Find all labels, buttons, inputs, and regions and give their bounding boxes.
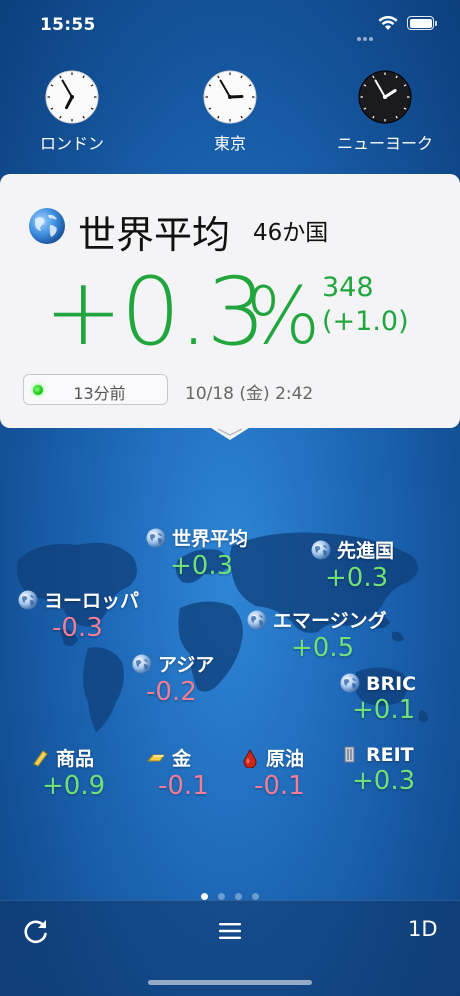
region-value: -0.3 [52, 613, 103, 643]
region-developed[interactable]: 先進国 +0.3 [311, 536, 394, 593]
status-bar: 15:55 [0, 0, 460, 52]
globe-icon [146, 528, 166, 548]
region-value: +0.3 [352, 766, 416, 796]
updated-ago: 13分前 [73, 384, 126, 403]
index-points: 348 [322, 272, 374, 303]
region-name: 商品 [56, 748, 95, 770]
update-status-badge: 13分前 [23, 374, 168, 405]
region-value: -0.1 [254, 771, 305, 801]
country-count: 46か国 [253, 220, 329, 246]
clock-label: ロンドン [39, 134, 104, 153]
region-europe[interactable]: ヨーロッパ -0.3 [18, 586, 139, 643]
chevron-down-icon[interactable] [208, 426, 252, 442]
region-name: REIT [366, 744, 414, 766]
region-value: +0.1 [352, 695, 416, 725]
region-name: アジア [158, 654, 215, 676]
status-time: 15:55 [40, 15, 96, 35]
clock-label: 東京 [213, 134, 246, 153]
clock-newyork[interactable]: ニューヨーク [330, 70, 440, 154]
region-bric[interactable]: BRIC +0.1 [340, 673, 416, 725]
clock-icon [358, 70, 412, 124]
region-value: +0.5 [291, 633, 355, 663]
region-name: BRIC [366, 673, 417, 695]
clock-icon [203, 70, 257, 124]
gold-bar-icon [146, 754, 165, 762]
page-dot[interactable] [201, 893, 208, 900]
period-button[interactable]: 1D [408, 917, 438, 941]
globe-icon [29, 208, 65, 244]
oil-drop-icon [243, 748, 257, 768]
building-icon [344, 746, 355, 763]
clock-label: ニューヨーク [336, 134, 433, 153]
region-reit[interactable]: REIT +0.3 [340, 744, 415, 796]
region-emerging[interactable]: エマージング +0.5 [247, 606, 387, 663]
region-asia[interactable]: アジア -0.2 [132, 650, 214, 707]
change-percent: +0.3 [44, 258, 266, 367]
region-name: エマージング [273, 610, 387, 632]
menu-icon[interactable] [218, 919, 242, 943]
index-points-change: (+1.0) [322, 306, 409, 337]
region-commodities[interactable]: 商品 +0.9 [30, 744, 105, 801]
update-datetime: 10/18 (金) 2:42 [185, 384, 314, 404]
signal-dots-icon [357, 26, 375, 45]
region-gold[interactable]: 金 -0.1 [146, 744, 209, 801]
region-world[interactable]: 世界平均 +0.3 [146, 524, 248, 581]
clock-london[interactable]: ロンドン [17, 70, 127, 154]
region-value: +0.3 [170, 551, 234, 581]
region-value: -0.1 [158, 771, 209, 801]
clock-tokyo[interactable]: 東京 [175, 70, 285, 154]
region-value: -0.2 [146, 677, 197, 707]
summary-title: 世界平均 [78, 213, 231, 257]
region-value: +0.3 [325, 563, 389, 593]
percent-sign: % [246, 272, 321, 362]
refresh-icon[interactable] [22, 917, 50, 945]
globe-icon [311, 540, 331, 560]
home-indicator[interactable] [148, 980, 312, 985]
commodity-icon [33, 750, 48, 767]
region-oil[interactable]: 原油 -0.1 [240, 744, 305, 801]
globe-icon [247, 610, 267, 630]
page-dot[interactable] [218, 893, 225, 900]
region-name: ヨーロッパ [44, 590, 140, 612]
region-name: 世界平均 [172, 528, 249, 550]
wifi-icon [378, 16, 398, 30]
region-value: +0.9 [42, 771, 106, 801]
region-name: 原油 [266, 748, 305, 770]
battery-icon [407, 16, 437, 30]
clock-icon [45, 70, 99, 124]
page-dot[interactable] [252, 893, 259, 900]
globe-icon [132, 654, 152, 674]
page-dot[interactable] [235, 893, 242, 900]
globe-icon [340, 673, 360, 693]
region-name: 金 [172, 748, 192, 770]
globe-icon [18, 590, 38, 610]
region-name: 先進国 [337, 540, 395, 562]
